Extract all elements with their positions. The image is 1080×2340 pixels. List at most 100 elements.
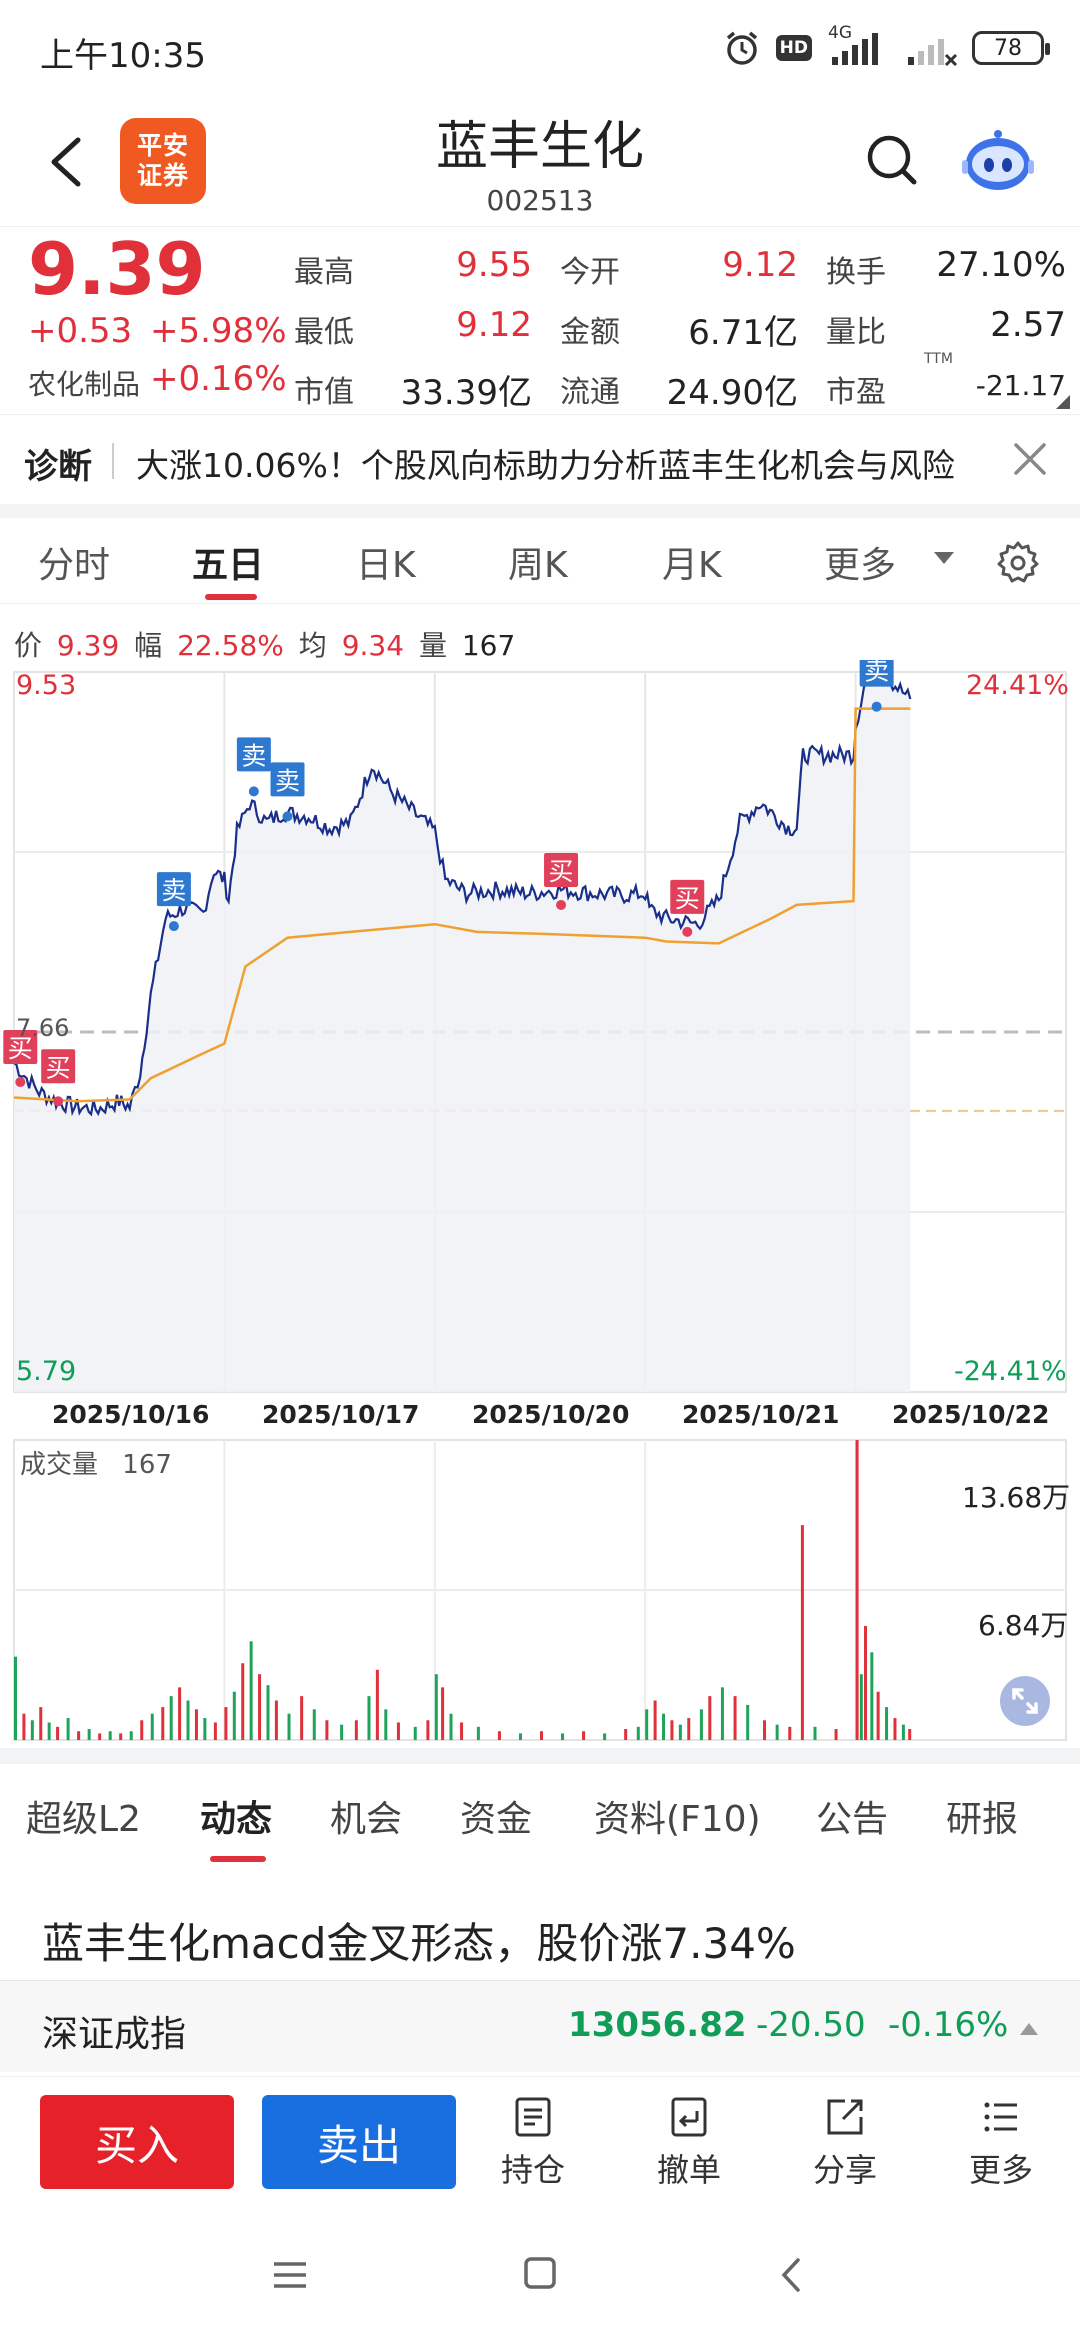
tab-f10[interactable]: 资料(F10) bbox=[594, 1790, 761, 1842]
index-ticker-bar[interactable]: 深证成指 13056.82 -20.50 -0.16% bbox=[0, 1980, 1080, 2072]
volume-bar bbox=[178, 1687, 182, 1740]
volume-bar bbox=[119, 1733, 123, 1740]
five-day-price-chart[interactable]: 买买卖卖卖买买卖 bbox=[0, 660, 1080, 1396]
volume-bar bbox=[670, 1720, 674, 1740]
low-label: 最低 bbox=[294, 315, 354, 350]
close-icon[interactable] bbox=[1008, 437, 1052, 481]
tab-weekly-k[interactable]: 周K bbox=[508, 536, 568, 588]
volume-bar bbox=[624, 1729, 628, 1740]
volume-bar bbox=[476, 1726, 480, 1740]
ai-assistant-robot-icon[interactable] bbox=[958, 120, 1038, 200]
more-label: 更多 bbox=[968, 2151, 1033, 2189]
tab-announcements[interactable]: 公告 bbox=[816, 1790, 888, 1842]
volume-bar bbox=[66, 1718, 70, 1740]
menu-list-icon bbox=[984, 2102, 1017, 2132]
tab-opportunity[interactable]: 机会 bbox=[330, 1790, 402, 1842]
volume-bar bbox=[413, 1726, 417, 1740]
high-label: 最高 bbox=[294, 255, 354, 290]
volume-bar bbox=[662, 1713, 666, 1740]
chevron-down-icon[interactable] bbox=[934, 552, 954, 564]
volume-bar bbox=[375, 1669, 379, 1740]
x-axis-date-2: 2025/10/17 bbox=[262, 1400, 420, 1429]
news-headline[interactable]: 蓝丰生化macd金叉形态，股价涨7.34% bbox=[42, 1910, 796, 1971]
volume-bar bbox=[98, 1733, 102, 1740]
volume-bar bbox=[775, 1724, 779, 1740]
tab-dynamics[interactable]: 动态 bbox=[200, 1790, 272, 1842]
document-icon bbox=[515, 2097, 551, 2137]
pe-label: 市盈 bbox=[826, 375, 886, 410]
sell-point bbox=[248, 786, 259, 797]
price-area bbox=[14, 668, 911, 1392]
sell-point bbox=[871, 701, 882, 712]
tab-more[interactable]: 更多 bbox=[824, 536, 896, 588]
info-vol-label: 量 bbox=[418, 629, 447, 662]
more-button[interactable]: 更多 bbox=[946, 2095, 1056, 2195]
volume-bar bbox=[653, 1700, 657, 1740]
tab-monthly-k[interactable]: 月K bbox=[662, 536, 722, 588]
volume-bar bbox=[325, 1720, 329, 1740]
volume-bar bbox=[340, 1724, 344, 1740]
volume-bar bbox=[266, 1685, 270, 1740]
volume-bar bbox=[497, 1731, 501, 1740]
volume-bar bbox=[746, 1704, 750, 1740]
volume-bar bbox=[678, 1724, 682, 1740]
volume-bar bbox=[699, 1709, 703, 1740]
volume-bar bbox=[449, 1713, 453, 1740]
volume-bar bbox=[249, 1641, 253, 1740]
tab-daily-k[interactable]: 日K bbox=[356, 536, 416, 588]
buy-button[interactable]: 买入 bbox=[40, 2095, 234, 2189]
sell-point bbox=[282, 811, 293, 822]
home-icon[interactable] bbox=[510, 2250, 570, 2300]
diagnosis-divider bbox=[112, 443, 114, 479]
pe-ttm-tag: TTM bbox=[924, 351, 953, 367]
section-gap bbox=[0, 1748, 1080, 1764]
diagnosis-text[interactable]: 大涨10.06%！个股风向标助力分析蓝丰生化机会与风险 bbox=[136, 439, 955, 487]
tab-five-day[interactable]: 五日 bbox=[192, 536, 264, 588]
period-tabs: 分时 五日 日K 周K 月K 更多 bbox=[0, 520, 1080, 604]
volume-bar bbox=[908, 1729, 912, 1740]
positions-button[interactable]: 持仓 bbox=[478, 2095, 588, 2195]
y-axis-bottom-pct: -24.41% bbox=[954, 1356, 1067, 1387]
volume-bar bbox=[834, 1729, 838, 1740]
gear-icon[interactable] bbox=[996, 540, 1040, 584]
share-icon bbox=[827, 2099, 863, 2135]
index-value: 13056.82 bbox=[568, 2005, 747, 2045]
active-tab-indicator bbox=[210, 1856, 266, 1862]
chevron-up-icon[interactable] bbox=[1020, 2023, 1038, 2035]
y-axis-ref-price: 7.66 bbox=[16, 1014, 70, 1042]
high-value: 9.55 bbox=[456, 245, 532, 285]
volume-bar bbox=[855, 1440, 859, 1740]
tab-research[interactable]: 研报 bbox=[946, 1790, 1018, 1842]
diagnosis-label: 诊断 bbox=[24, 447, 92, 487]
volume-bar bbox=[77, 1731, 81, 1740]
tab-intraday[interactable]: 分时 bbox=[38, 536, 110, 588]
sell-marker-label: 卖 bbox=[241, 741, 266, 770]
index-change: -20.50 bbox=[756, 2005, 866, 2045]
share-button[interactable]: 分享 bbox=[790, 2095, 900, 2195]
cancel-order-button[interactable]: 撤单 bbox=[634, 2095, 744, 2195]
sector-name[interactable]: 农化制品 bbox=[28, 363, 140, 403]
menu-icon[interactable] bbox=[260, 2250, 320, 2300]
volume-max-label: 13.68万 bbox=[962, 1481, 1071, 1514]
tab-funds[interactable]: 资金 bbox=[460, 1790, 532, 1842]
float-label: 流通 bbox=[560, 375, 620, 410]
search-icon[interactable] bbox=[862, 130, 922, 190]
fullscreen-expand-button[interactable] bbox=[1000, 1676, 1050, 1726]
crosshair-info: 价 9.39 幅 22.58% 均 9.34 量 167 bbox=[14, 624, 521, 664]
volume-bar bbox=[169, 1696, 173, 1740]
volume-chart[interactable] bbox=[0, 1428, 1080, 1744]
back-icon[interactable] bbox=[762, 2250, 822, 2300]
tab-super-l2[interactable]: 超级L2 bbox=[26, 1790, 141, 1842]
mcap-label: 市值 bbox=[294, 375, 354, 410]
volume-bar bbox=[603, 1733, 607, 1740]
volume-bar bbox=[540, 1731, 543, 1740]
info-amp-label: 幅 bbox=[134, 629, 163, 662]
volume-bar bbox=[140, 1720, 144, 1740]
buy-point bbox=[15, 1077, 26, 1088]
corner-arrow-icon[interactable] bbox=[1056, 395, 1070, 409]
info-avg: 9.34 bbox=[341, 629, 405, 662]
battery-level: 78 bbox=[994, 35, 1022, 61]
sell-button[interactable]: 卖出 bbox=[262, 2095, 456, 2189]
volume-bar bbox=[893, 1718, 897, 1740]
diagnosis-banner[interactable]: 诊断 大涨10.06%！个股风向标助力分析蓝丰生化机会与风险 bbox=[0, 414, 1080, 504]
